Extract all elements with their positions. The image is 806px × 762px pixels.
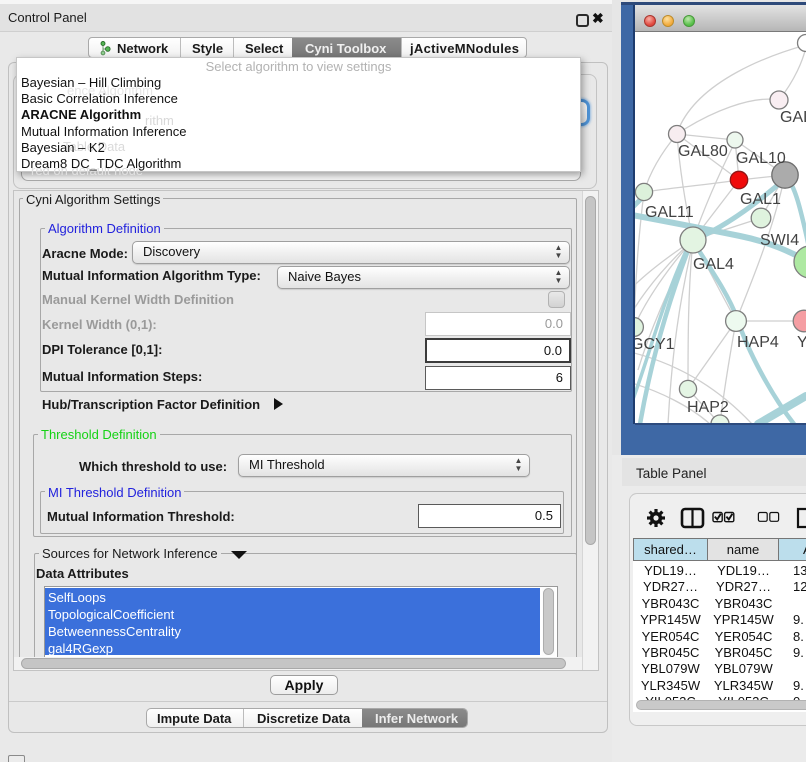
svg-text:GAL11: GAL11 — [645, 204, 694, 221]
svg-text:Y: Y — [797, 334, 806, 351]
svg-text:GAL80: GAL80 — [678, 143, 728, 160]
svg-text:HAP4: HAP4 — [737, 334, 779, 351]
svg-text:GAL: GAL — [780, 109, 806, 126]
svg-text:GAL10: GAL10 — [736, 150, 786, 167]
svg-text:GAL4: GAL4 — [693, 256, 734, 273]
svg-text:GAL1: GAL1 — [740, 191, 781, 208]
svg-text:SWI4: SWI4 — [760, 232, 799, 249]
svg-text:GCY1: GCY1 — [635, 336, 675, 353]
svg-text:HAP2: HAP2 — [687, 399, 729, 416]
